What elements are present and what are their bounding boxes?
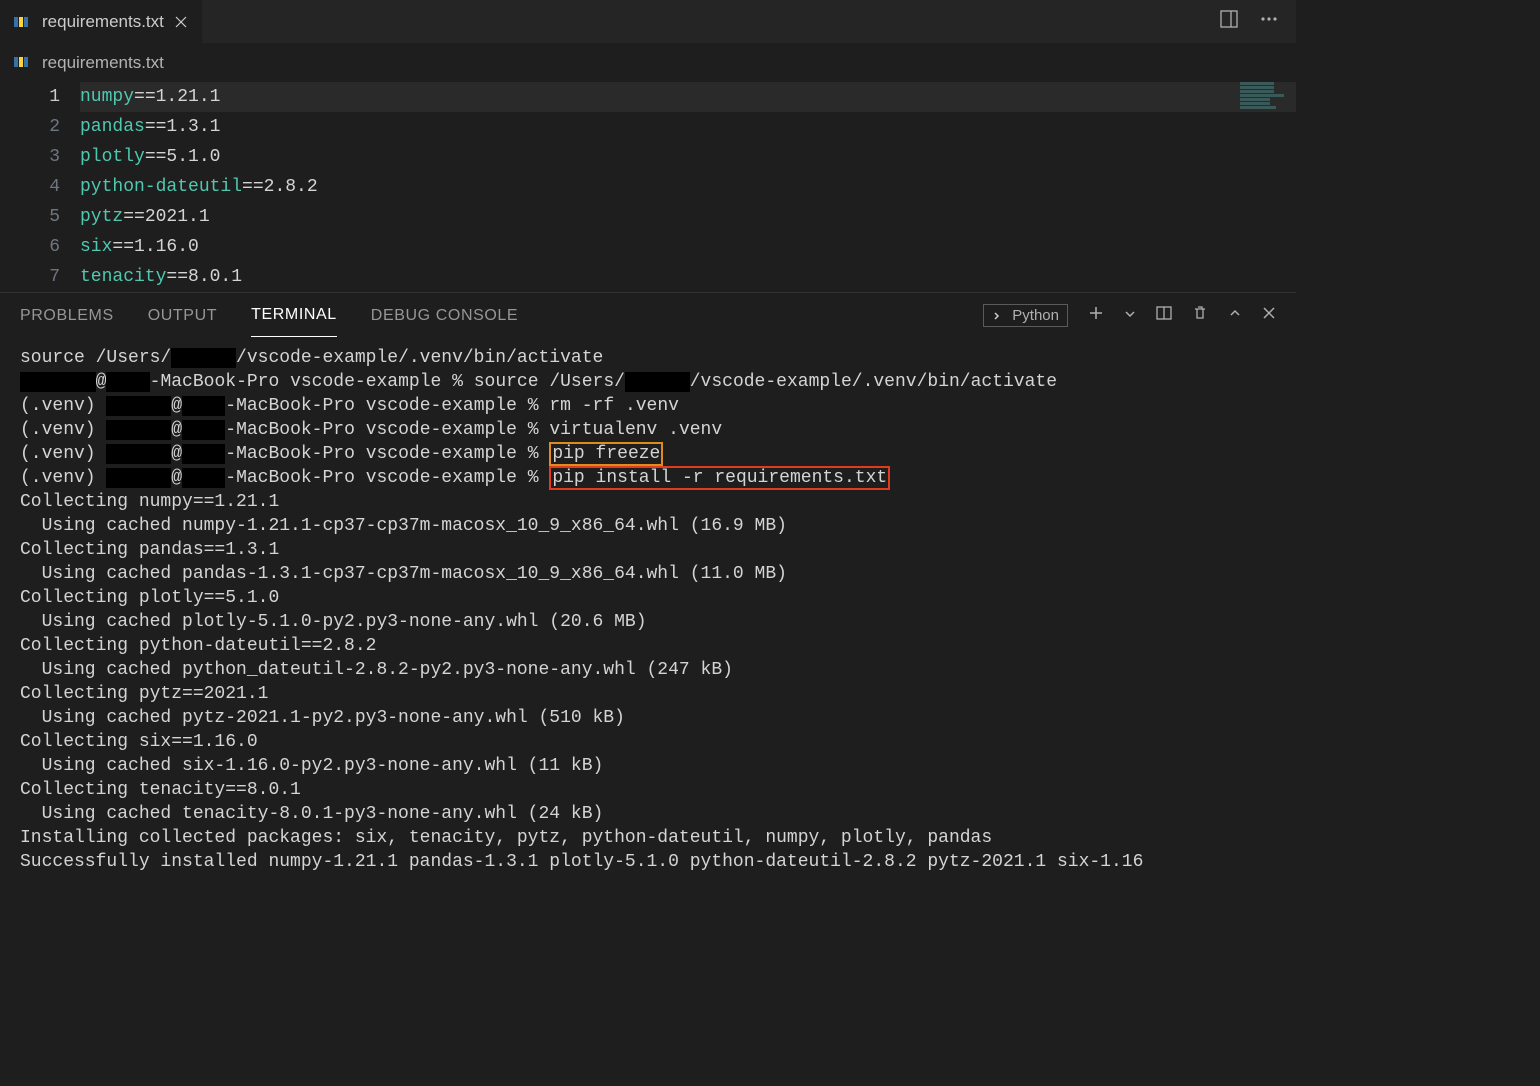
code-content[interactable]: numpy==1.21.1pandas==1.3.1plotly==5.1.0p… [80, 82, 1296, 292]
code-line[interactable]: six==1.16.0 [80, 232, 1296, 262]
terminal-selector[interactable]: Python [983, 304, 1068, 327]
close-tab-button[interactable] [172, 13, 190, 31]
terminal-type: Python [1012, 307, 1059, 324]
minimap[interactable] [1240, 82, 1288, 130]
terminal-line: Successfully installed numpy-1.21.1 pand… [20, 850, 1276, 874]
terminal-line: source /Users/ /vscode-example/.venv/bin… [20, 346, 1276, 370]
highlight-pip-freeze: pip freeze [549, 442, 663, 466]
terminal-line: Using cached python_dateutil-2.8.2-py2.p… [20, 658, 1276, 682]
terminal-line: (.venv) @ -MacBook-Pro vscode-example % … [20, 418, 1276, 442]
line-number: 4 [0, 172, 60, 202]
code-line[interactable]: tenacity==8.0.1 [80, 262, 1296, 292]
terminal-line: (.venv) @ -MacBook-Pro vscode-example % … [20, 442, 1276, 466]
terminal-line: Using cached plotly-5.1.0-py2.py3-none-a… [20, 610, 1276, 634]
highlight-pip-install: pip install -r requirements.txt [549, 466, 890, 490]
more-actions-icon[interactable] [1260, 10, 1278, 33]
terminal-line: Using cached pytz-2021.1-py2.py3-none-an… [20, 706, 1276, 730]
terminal-line: Collecting pytz==2021.1 [20, 682, 1276, 706]
editor-actions [1220, 10, 1296, 33]
code-line[interactable]: python-dateutil==2.8.2 [80, 172, 1296, 202]
tab-bar: requirements.txt [0, 0, 1296, 44]
line-number: 3 [0, 142, 60, 172]
line-number: 2 [0, 112, 60, 142]
terminal-line: Collecting six==1.16.0 [20, 730, 1276, 754]
terminal-line: (.venv) @ -MacBook-Pro vscode-example % … [20, 466, 1276, 490]
terminal-output[interactable]: source /Users/ /vscode-example/.venv/bin… [0, 338, 1296, 882]
trash-icon[interactable] [1192, 305, 1208, 326]
terminal-line: Using cached tenacity-8.0.1-py3-none-any… [20, 802, 1276, 826]
breadcrumb[interactable]: requirements.txt [0, 44, 1296, 74]
terminal-line: Using cached six-1.16.0-py2.py3-none-any… [20, 754, 1276, 778]
tab-label: requirements.txt [42, 12, 164, 32]
tab-requirements[interactable]: requirements.txt [0, 0, 202, 44]
close-panel-icon[interactable] [1262, 306, 1276, 325]
terminal-line: Collecting plotly==5.1.0 [20, 586, 1276, 610]
pip-file-icon [14, 14, 34, 30]
terminal-line: Collecting python-dateutil==2.8.2 [20, 634, 1276, 658]
breadcrumb-label: requirements.txt [42, 53, 164, 73]
new-terminal-icon[interactable] [1088, 305, 1104, 326]
split-terminal-icon[interactable] [1156, 305, 1172, 326]
tab-debug-console[interactable]: DEBUG CONSOLE [371, 295, 518, 337]
terminal-line: @ -MacBook-Pro vscode-example % source /… [20, 370, 1276, 394]
tab-terminal[interactable]: TERMINAL [251, 294, 337, 337]
code-editor[interactable]: 1234567 numpy==1.21.1pandas==1.3.1plotly… [0, 74, 1296, 292]
code-line[interactable]: pytz==2021.1 [80, 202, 1296, 232]
terminal-line: Using cached numpy-1.21.1-cp37-cp37m-mac… [20, 514, 1276, 538]
code-line[interactable]: plotly==5.1.0 [80, 142, 1296, 172]
panel-actions: Python [983, 304, 1276, 327]
terminal-line: Collecting tenacity==8.0.1 [20, 778, 1276, 802]
line-number: 1 [0, 82, 60, 112]
line-number: 6 [0, 232, 60, 262]
chevron-up-icon[interactable] [1228, 306, 1242, 325]
line-number: 7 [0, 262, 60, 292]
terminal-line: Using cached pandas-1.3.1-cp37-cp37m-mac… [20, 562, 1276, 586]
split-editor-icon[interactable] [1220, 10, 1238, 33]
code-line[interactable]: numpy==1.21.1 [80, 82, 1296, 112]
terminal-line: (.venv) @ -MacBook-Pro vscode-example % … [20, 394, 1276, 418]
terminal-line: Collecting numpy==1.21.1 [20, 490, 1276, 514]
terminal-line: Installing collected packages: six, tena… [20, 826, 1276, 850]
terminal-line: Collecting pandas==1.3.1 [20, 538, 1276, 562]
line-gutter: 1234567 [0, 82, 80, 292]
tab-output[interactable]: OUTPUT [148, 295, 217, 337]
panel-tabs: PROBLEMS OUTPUT TERMINAL DEBUG CONSOLE P… [0, 292, 1296, 338]
pip-file-icon [14, 53, 34, 73]
tab-problems[interactable]: PROBLEMS [20, 295, 114, 337]
code-line[interactable]: pandas==1.3.1 [80, 112, 1296, 142]
line-number: 5 [0, 202, 60, 232]
chevron-down-icon[interactable] [1124, 307, 1136, 325]
